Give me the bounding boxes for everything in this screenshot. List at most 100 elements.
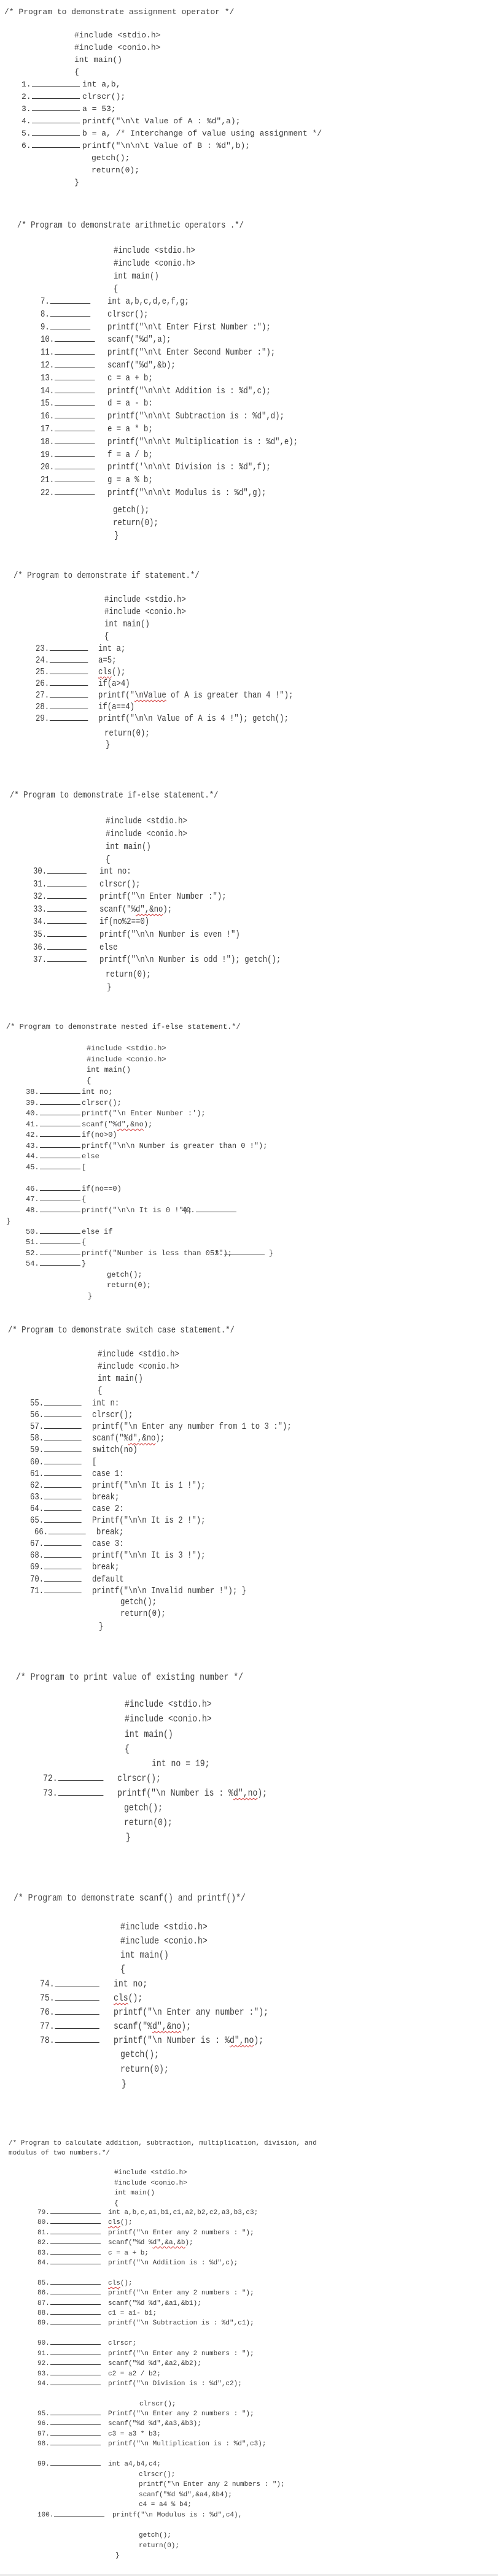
answer-blank[interactable] <box>50 2343 101 2345</box>
answer-blank[interactable] <box>54 404 95 406</box>
answer-blank[interactable] <box>50 2253 101 2255</box>
answer-blank[interactable] <box>55 2013 99 2015</box>
answer-blank[interactable] <box>44 1545 82 1547</box>
answer-blank[interactable] <box>44 1428 82 1429</box>
answer-blank[interactable] <box>39 1157 80 1158</box>
answer-blank[interactable] <box>49 720 88 721</box>
answer-blank[interactable] <box>44 1510 82 1511</box>
answer-blank[interactable] <box>39 1136 80 1137</box>
answer-blank[interactable] <box>58 1794 104 1796</box>
answer-blank[interactable] <box>39 1104 80 1105</box>
answer-blank[interactable] <box>54 417 95 419</box>
answer-blank[interactable] <box>54 379 95 380</box>
answer-blank[interactable] <box>44 1463 82 1464</box>
answer-blank[interactable] <box>44 1568 82 1570</box>
answer-blank[interactable] <box>44 1451 82 1453</box>
answer-blank[interactable] <box>49 696 88 698</box>
answer-blank[interactable] <box>50 2354 101 2355</box>
answer-blank[interactable] <box>39 1232 80 1234</box>
answer-blank[interactable] <box>31 85 80 87</box>
answer-blank[interactable] <box>49 661 88 663</box>
answer-blank[interactable] <box>55 1985 99 1986</box>
answer-blank[interactable] <box>31 147 80 148</box>
answer-blank[interactable] <box>44 1498 82 1499</box>
answer-blank[interactable] <box>54 494 95 495</box>
answer-blank[interactable] <box>50 2434 101 2436</box>
answer-blank[interactable] <box>31 98 80 99</box>
answer-blank[interactable] <box>54 2515 105 2516</box>
answer-blank[interactable] <box>49 673 88 674</box>
answer-blank[interactable] <box>47 910 87 912</box>
answer-blank[interactable] <box>50 2213 101 2214</box>
answer-blank[interactable] <box>50 2444 101 2445</box>
answer-blank[interactable] <box>55 1999 99 2001</box>
answer-blank[interactable] <box>50 2263 101 2264</box>
answer-blank[interactable] <box>39 1190 80 1191</box>
answer-blank[interactable] <box>50 2223 101 2224</box>
answer-blank[interactable] <box>39 1211 80 1212</box>
answer-blank[interactable] <box>195 1211 236 1212</box>
answer-blank[interactable] <box>54 443 95 444</box>
answer-blank[interactable] <box>44 1439 82 1441</box>
answer-blank[interactable] <box>47 923 87 925</box>
answer-blank[interactable] <box>58 1780 104 1781</box>
answer-blank[interactable] <box>50 2323 101 2324</box>
answer-blank[interactable] <box>39 1254 80 1255</box>
answer-blank[interactable] <box>50 2364 101 2365</box>
answer-blank[interactable] <box>54 340 95 342</box>
answer-blank[interactable] <box>47 898 87 899</box>
answer-blank[interactable] <box>50 2304 101 2305</box>
answer-blank[interactable] <box>49 685 88 686</box>
answer-blank[interactable] <box>47 872 87 874</box>
answer-blank[interactable] <box>55 2042 99 2043</box>
answer-blank[interactable] <box>54 392 95 393</box>
answer-blank[interactable] <box>39 1243 80 1244</box>
answer-blank[interactable] <box>50 315 91 317</box>
answer-blank[interactable] <box>54 456 95 457</box>
answer-blank[interactable] <box>44 1521 82 1523</box>
answer-blank[interactable] <box>39 1200 80 1201</box>
answer-blank[interactable] <box>47 936 87 937</box>
answer-blank[interactable] <box>44 1416 82 1418</box>
answer-blank[interactable] <box>50 2424 101 2425</box>
answer-blank[interactable] <box>54 366 95 367</box>
answer-blank[interactable] <box>47 885 87 886</box>
answer-blank[interactable] <box>31 134 80 136</box>
answer-blank[interactable] <box>50 328 91 329</box>
answer-blank[interactable] <box>50 2233 101 2234</box>
answer-blank[interactable] <box>50 2414 101 2415</box>
answer-blank[interactable] <box>47 948 87 950</box>
answer-blank[interactable] <box>39 1168 80 1169</box>
answer-blank[interactable] <box>54 353 95 355</box>
answer-blank[interactable] <box>224 1254 265 1255</box>
answer-blank[interactable] <box>44 1556 82 1558</box>
answer-blank[interactable] <box>44 1592 82 1593</box>
answer-blank[interactable] <box>50 2374 101 2375</box>
answer-blank[interactable] <box>50 302 91 304</box>
answer-blank[interactable] <box>50 2293 101 2294</box>
answer-blank[interactable] <box>50 2384 101 2385</box>
answer-blank[interactable] <box>39 1264 80 1266</box>
answer-blank[interactable] <box>50 2283 101 2285</box>
answer-blank[interactable] <box>54 468 95 470</box>
answer-blank[interactable] <box>39 1093 80 1094</box>
answer-blank[interactable] <box>39 1147 80 1148</box>
answer-blank[interactable] <box>31 122 80 123</box>
answer-blank[interactable] <box>50 2313 101 2315</box>
answer-blank[interactable] <box>44 1580 82 1582</box>
answer-blank[interactable] <box>54 481 95 483</box>
answer-blank[interactable] <box>49 708 88 709</box>
answer-blank[interactable] <box>44 1404 82 1405</box>
answer-blank[interactable] <box>54 430 95 431</box>
answer-blank[interactable] <box>48 1533 86 1535</box>
answer-blank[interactable] <box>47 961 87 963</box>
answer-blank[interactable] <box>31 110 80 111</box>
answer-blank[interactable] <box>39 1125 80 1126</box>
answer-blank[interactable] <box>49 650 88 651</box>
answer-blank[interactable] <box>44 1486 82 1488</box>
answer-blank[interactable] <box>50 2464 101 2466</box>
answer-blank[interactable] <box>50 2243 101 2244</box>
answer-blank[interactable] <box>39 1114 80 1115</box>
answer-blank[interactable] <box>44 1475 82 1476</box>
answer-blank[interactable] <box>55 2028 99 2029</box>
